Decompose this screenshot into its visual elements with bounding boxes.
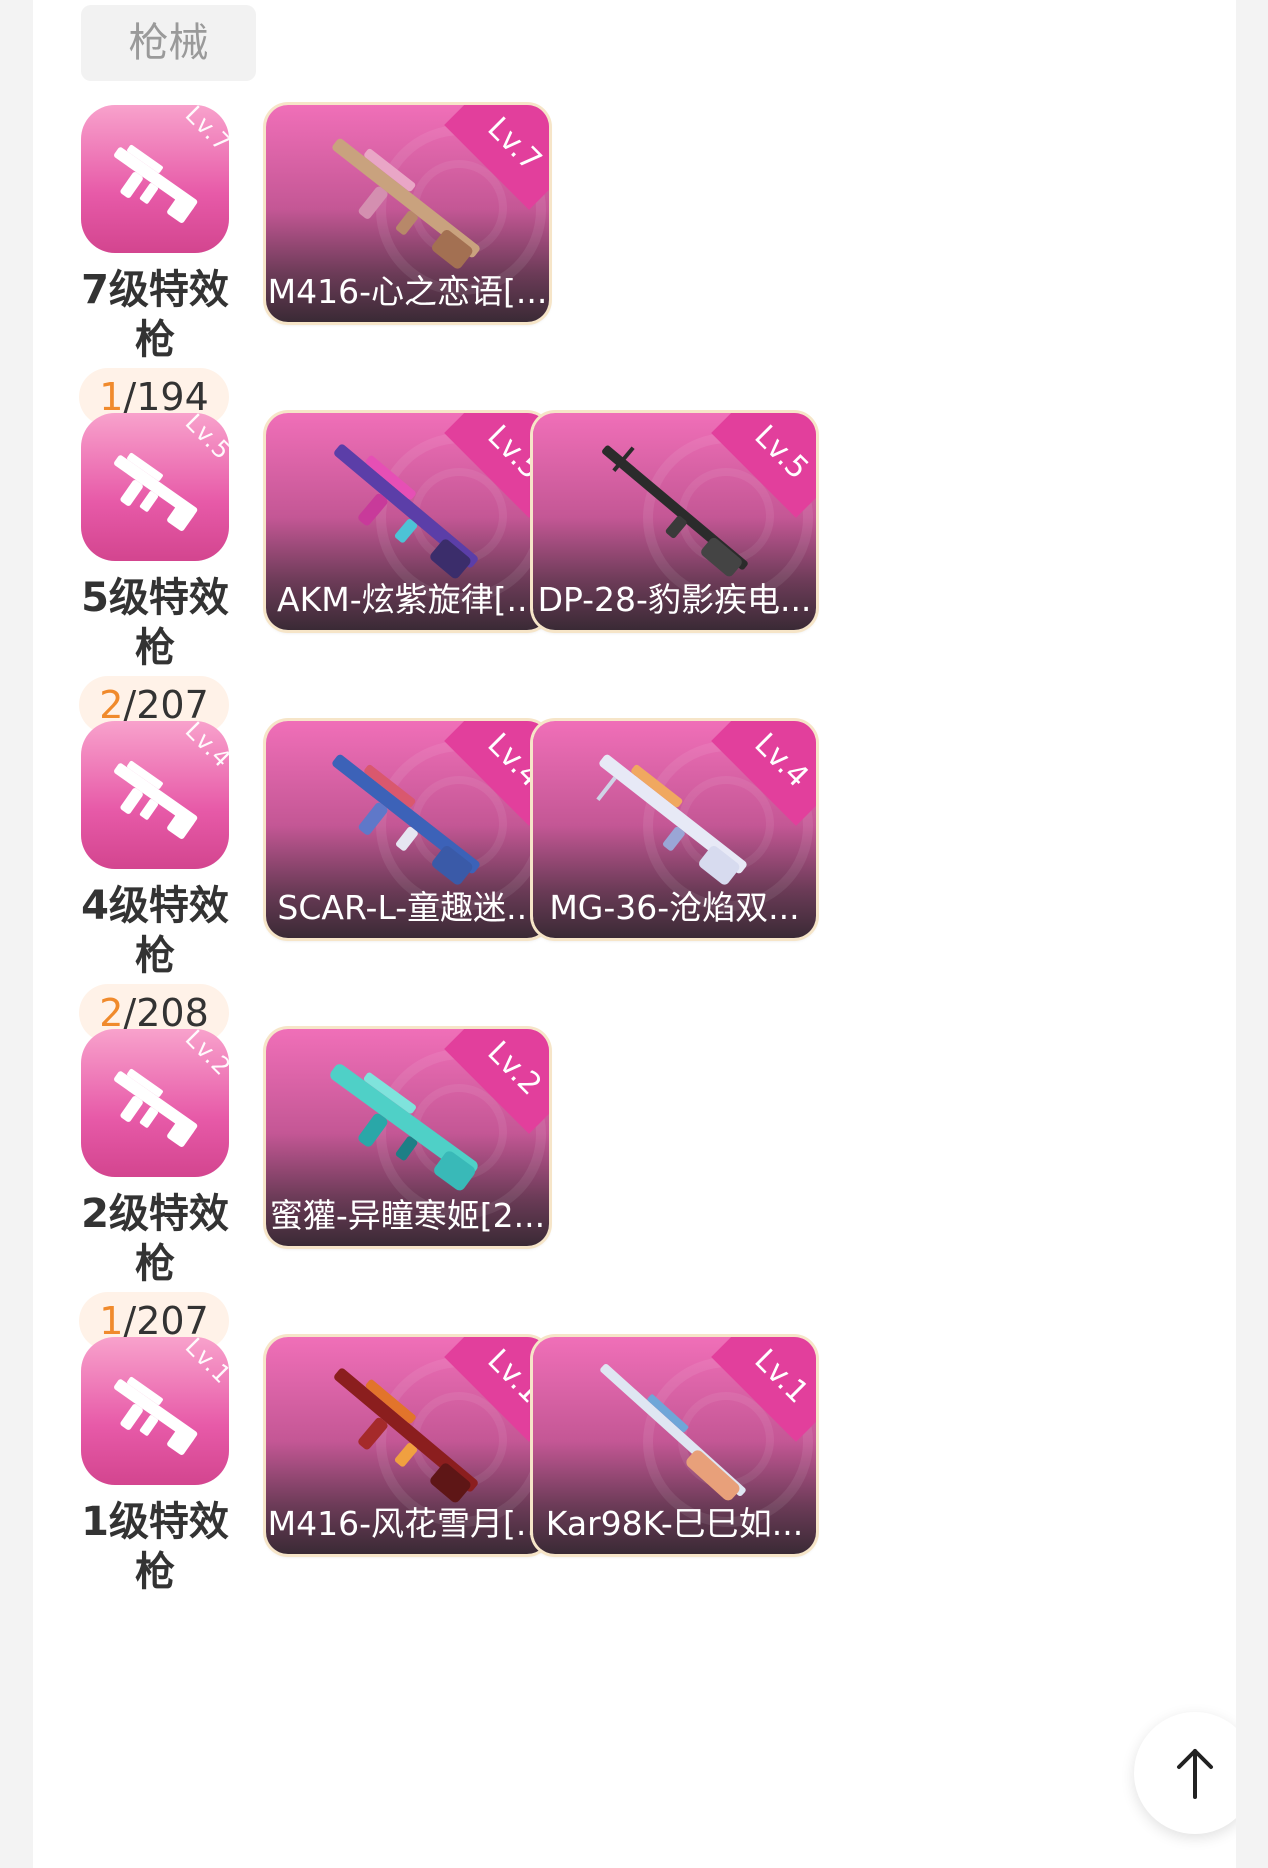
tier-badge: Lv.2: [81, 1029, 229, 1177]
tier-badge: Lv.1: [81, 1337, 229, 1485]
tier-section-lv5: Lv.5 5级特效枪 2/207 Lv.5 AKM-炫紫旋律[... Lv.5 …: [33, 413, 1236, 753]
rifle-skin-image: [332, 138, 480, 269]
rifle-skin-image: [334, 1368, 478, 1503]
skin-name: DP-28-豹影疾电...: [537, 580, 812, 619]
skin-card[interactable]: Lv.4 SCAR-L-童趣迷...: [266, 721, 549, 938]
page: 枪械 Lv.7 7级特效枪 1/194 Lv.7 M416-心之恋语[... L…: [33, 0, 1236, 1868]
rifle-icon: [114, 144, 198, 223]
scroll-to-top-button[interactable]: [1134, 1712, 1236, 1834]
rifle-icon: [114, 1068, 198, 1147]
tier-badge: Lv.5: [81, 413, 229, 561]
tier-title: 4级特效枪: [81, 883, 229, 979]
tier-title: 5级特效枪: [81, 575, 229, 671]
rifle-icon: [114, 760, 198, 839]
skin-name: M416-心之恋语[...: [267, 272, 548, 311]
rifle-skin-image: [330, 1064, 478, 1191]
tier-title: 2级特效枪: [81, 1191, 229, 1287]
skin-card[interactable]: Lv.1 Kar98K-巳巳如...: [533, 1337, 816, 1554]
category-tab-guns[interactable]: 枪械: [81, 5, 256, 81]
skin-card[interactable]: Lv.1 M416-风花雪月[...: [266, 1337, 549, 1554]
skin-card[interactable]: Lv.4 MG-36-沧焰双...: [533, 721, 816, 938]
skin-card[interactable]: Lv.7 M416-心之恋语[...: [266, 105, 549, 322]
tier-section-lv2: Lv.2 2级特效枪 1/207 Lv.2 蜜獾-异瞳寒姬[2...: [33, 1029, 1236, 1369]
skin-card[interactable]: Lv.5 DP-28-豹影疾电...: [533, 413, 816, 630]
tier-section-lv7: Lv.7 7级特效枪 1/194 Lv.7 M416-心之恋语[...: [33, 105, 1236, 445]
skin-name: MG-36-沧焰双...: [549, 888, 800, 927]
skin-name: Kar98K-巳巳如...: [545, 1504, 804, 1543]
skin-name: AKM-炫紫旋律[...: [277, 580, 538, 619]
skin-name: 蜜獾-异瞳寒姬[2...: [269, 1196, 546, 1235]
tier-badge: Lv.7: [81, 105, 229, 253]
rifle-icon: [114, 1376, 198, 1455]
rifle-icon: [114, 452, 198, 531]
rifle-skin-image: [602, 445, 748, 577]
tier-section-lv4: Lv.4 4级特效枪 2/208 Lv.4 SCAR-L-童趣迷... Lv.4…: [33, 721, 1236, 1061]
tier-section-lv1: Lv.1 1级特效枪 Lv.1 M416-风花雪月[... Lv.1 Kar98…: [33, 1337, 1236, 1677]
rifle-skin-image: [600, 1363, 746, 1501]
skin-name: M416-风花雪月[...: [267, 1504, 548, 1543]
skin-name: SCAR-L-童趣迷...: [277, 888, 538, 927]
arrow-up-icon: [1177, 1749, 1213, 1799]
rifle-skin-image: [332, 754, 480, 885]
skin-card[interactable]: Lv.2 蜜獾-异瞳寒姬[2...: [266, 1029, 549, 1246]
tier-title: 1级特效枪: [81, 1499, 229, 1595]
tier-badge: Lv.4: [81, 721, 229, 869]
skin-card[interactable]: Lv.5 AKM-炫紫旋律[...: [266, 413, 549, 630]
rifle-skin-image: [334, 444, 478, 579]
rifle-skin-image: [596, 754, 747, 885]
tier-title: 7级特效枪: [81, 267, 229, 363]
